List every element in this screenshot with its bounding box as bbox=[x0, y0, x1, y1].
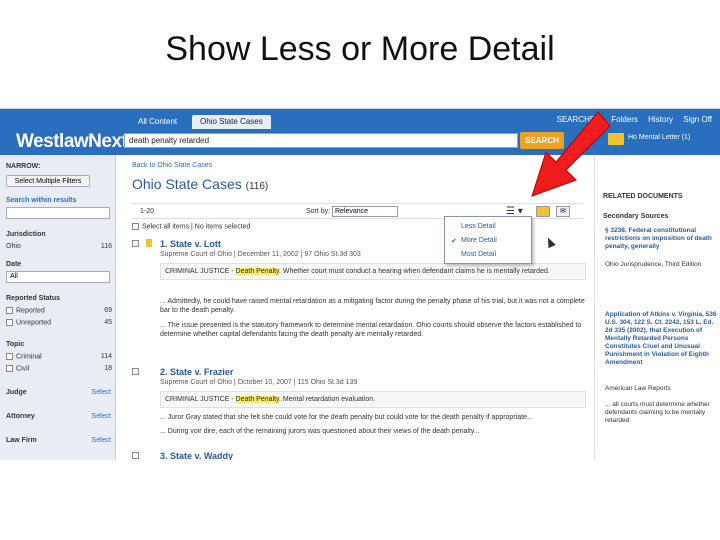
westlaw-screenshot: All Content Ohio State Cases SEARCHER Fo… bbox=[0, 108, 720, 460]
folder-add-icon[interactable] bbox=[536, 206, 550, 217]
attorney-heading: Attorney bbox=[6, 413, 35, 420]
result-checkbox-1[interactable] bbox=[132, 240, 139, 247]
select-filters-button[interactable]: Select Multiple Filters bbox=[6, 175, 90, 187]
select-all-label: Select all items bbox=[142, 223, 190, 231]
result-excerpt-2b: ... During voir dire, each of the remain… bbox=[160, 428, 480, 435]
related-source-2: American Law Reports bbox=[605, 385, 671, 392]
search-within-label: Search within results bbox=[6, 197, 77, 204]
judge-heading: Judge bbox=[6, 389, 27, 396]
related-link-2[interactable]: Application of Atkins v. Virginia, 536 U… bbox=[605, 311, 717, 367]
topic-label-1: Criminal bbox=[16, 353, 42, 361]
result-item-2: 2. State v. Frazier Supreme Court of Ohi… bbox=[132, 367, 588, 441]
red-arrow-icon bbox=[531, 111, 610, 197]
reported-label: Reported bbox=[16, 307, 45, 315]
law-firm-select-link[interactable]: Select bbox=[92, 437, 111, 444]
email-icon[interactable]: ✉ bbox=[556, 206, 570, 217]
attorney-select-link[interactable]: Select bbox=[92, 413, 111, 420]
sort-select[interactable]: Relevance bbox=[332, 206, 398, 217]
select-all-row[interactable]: Select all items | No items selected bbox=[132, 223, 250, 230]
result-meta-1: Supreme Court of Ohio | December 11, 200… bbox=[160, 251, 361, 258]
topic-count-1: 114 bbox=[100, 353, 112, 360]
unreported-label: Unreported bbox=[16, 319, 52, 327]
folder-icon[interactable] bbox=[608, 133, 624, 145]
topic-label-2: Civil bbox=[16, 365, 30, 373]
related-source-1: Ohio Jurisprudence, Third Edition bbox=[605, 261, 702, 268]
topic-count-2: 18 bbox=[104, 365, 112, 372]
link-history[interactable]: History bbox=[648, 115, 673, 124]
results-title: Ohio State Cases (116) bbox=[132, 176, 268, 192]
related-snippet-3: ... all courts must determine whether de… bbox=[605, 401, 710, 424]
narrow-heading: NARROW: bbox=[6, 163, 41, 170]
jurisdiction-label: Ohio bbox=[6, 243, 21, 250]
link-sign-off[interactable]: Sign Off bbox=[683, 115, 712, 124]
result-meta-2: Supreme Court of Ohio | October 10, 2007… bbox=[160, 379, 358, 386]
result-title-3[interactable]: 3. State v. Waddy bbox=[160, 451, 233, 460]
secondary-sources-heading: Secondary Sources bbox=[603, 213, 669, 220]
no-items-label: No items selected bbox=[194, 223, 251, 231]
judge-select-link[interactable]: Select bbox=[92, 389, 111, 396]
result-synopsis-1: CRIMINAL JUSTICE - Death Penalty. Whethe… bbox=[160, 263, 586, 280]
result-checkbox-3[interactable] bbox=[132, 452, 139, 459]
reported-status-heading: Reported Status bbox=[6, 295, 61, 302]
folder-label[interactable]: Ho Mental Letter (1) bbox=[628, 134, 690, 141]
westlaw-logo[interactable]: WestlawNext bbox=[16, 131, 128, 153]
result-item-3: 3. State v. Waddy bbox=[132, 451, 588, 460]
jurisdiction-count: 116 bbox=[100, 243, 112, 250]
link-folders[interactable]: Folders bbox=[611, 115, 638, 124]
jurisdiction-heading: Jurisdiction bbox=[6, 231, 46, 238]
result-excerpt-2a: ... Juror Gray stated that she felt she … bbox=[160, 414, 533, 421]
related-heading: RELATED DOCUMENTS bbox=[603, 193, 683, 200]
top-bar: All Content Ohio State Cases SEARCHER Fo… bbox=[0, 109, 720, 155]
result-excerpt-1a: ... Admittedly, he could have raised men… bbox=[160, 298, 585, 314]
law-firm-heading: Law Firm bbox=[6, 437, 37, 444]
date-heading: Date bbox=[6, 261, 22, 268]
result-synopsis-2: CRIMINAL JUSTICE - Death Penalty. Mental… bbox=[160, 391, 586, 408]
topic-item-2[interactable]: Civil 18 bbox=[6, 365, 112, 372]
date-select[interactable]: All bbox=[6, 271, 110, 283]
page-range: 1-20 bbox=[140, 208, 155, 215]
unreported-item[interactable]: Unreported 45 bbox=[6, 319, 112, 326]
reported-item[interactable]: Reported 69 bbox=[6, 307, 112, 314]
tab-ohio-state-cases[interactable]: Ohio State Cases bbox=[192, 115, 271, 129]
select-all-checkbox[interactable] bbox=[132, 223, 139, 230]
breadcrumb[interactable]: Back to Ohio State Cases bbox=[132, 162, 212, 169]
menu-item-most-detail[interactable]: Most Detail bbox=[461, 251, 496, 258]
related-link-1[interactable]: § 3238. Federal constitutional restricti… bbox=[605, 227, 717, 251]
result-title-2[interactable]: 2. State v. Frazier bbox=[160, 367, 233, 377]
narrow-panel: NARROW: Select Multiple Filters Search w… bbox=[0, 155, 116, 460]
sort-label: Sort by: bbox=[306, 208, 331, 215]
jurisdiction-item[interactable]: Ohio 116 bbox=[6, 243, 112, 250]
result-excerpt-1b: ... The issue presented is the statutory… bbox=[160, 322, 582, 338]
related-documents-panel: RELATED DOCUMENTS Secondary Sources § 32… bbox=[594, 155, 720, 460]
topic-heading: Topic bbox=[6, 341, 25, 348]
menu-item-more-detail[interactable]: More Detail bbox=[461, 237, 497, 244]
result-checkbox-2[interactable] bbox=[132, 368, 139, 375]
tab-all-content[interactable]: All Content bbox=[130, 115, 185, 129]
menu-item-less-detail[interactable]: Less Detail bbox=[461, 223, 496, 230]
results-count: (116) bbox=[245, 181, 269, 192]
topic-item-1[interactable]: Criminal 114 bbox=[6, 353, 112, 360]
slide-title: Show Less or More Detail bbox=[165, 30, 555, 68]
search-within-input[interactable] bbox=[6, 207, 110, 219]
results-title-text: Ohio State Cases bbox=[132, 176, 242, 192]
checkmark-icon: ✔ bbox=[451, 238, 457, 245]
reported-count: 69 bbox=[104, 307, 112, 314]
result-title-1[interactable]: 1. State v. Lott bbox=[160, 239, 221, 249]
search-input[interactable]: death penalty retarded bbox=[124, 133, 518, 148]
flag-icon bbox=[146, 239, 152, 247]
unreported-count: 45 bbox=[104, 319, 112, 326]
detail-level-menu: Less Detail ✔ More Detail Most Detail bbox=[444, 216, 532, 264]
